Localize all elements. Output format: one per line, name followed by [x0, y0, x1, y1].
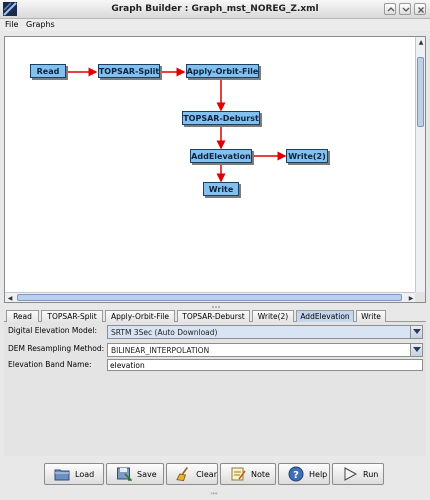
broom-icon [176, 466, 188, 482]
help-icon: ? [288, 466, 304, 482]
menu-file[interactable]: File [5, 20, 18, 29]
chevron-down-icon [413, 347, 421, 352]
band-name-input[interactable] [108, 360, 422, 370]
run-button[interactable]: Run [332, 463, 384, 485]
horizontal-scroll-thumb[interactable] [17, 294, 402, 301]
menu-graphs[interactable]: Graphs [26, 20, 55, 29]
close-button[interactable] [414, 3, 426, 15]
horizontal-scrollbar[interactable]: ◀ ▶ [5, 292, 416, 302]
node-addelevation[interactable]: AddElevation [190, 149, 252, 163]
scroll-up-icon[interactable]: ▲ [416, 37, 426, 47]
tab-read[interactable]: Read [6, 310, 39, 322]
resampling-dropdown-button[interactable] [410, 344, 422, 356]
tab-apply-orbit-file[interactable]: Apply-Orbit-File [105, 310, 175, 322]
band-name-field[interactable] [107, 359, 423, 371]
vertical-scroll-thumb[interactable] [417, 57, 424, 127]
addelevation-panel: Digital Elevation Model: SRTM 3Sec (Auto… [4, 322, 426, 456]
operator-tabs: Read TOPSAR-Split Apply-Orbit-File TOPSA… [4, 309, 426, 322]
node-write[interactable]: Write [203, 182, 239, 196]
graph-canvas[interactable]: Read TOPSAR-Split Apply-Orbit-File TOPSA… [5, 37, 416, 292]
vertical-scrollbar[interactable]: ▲ [415, 37, 425, 292]
note-button[interactable]: Note [220, 463, 276, 485]
node-topsar-deburst[interactable]: TOPSAR-Deburst [182, 111, 260, 125]
save-button[interactable]: Save [106, 463, 164, 485]
tab-addelevation[interactable]: AddElevation [296, 310, 354, 322]
tab-write[interactable]: Write [356, 310, 386, 322]
save-label: Save [137, 469, 157, 479]
node-read[interactable]: Read [30, 64, 66, 78]
minimize-icon [387, 7, 395, 12]
resize-grip[interactable]: '''' [211, 492, 218, 499]
node-topsar-split[interactable]: TOPSAR-Split [98, 64, 160, 78]
tab-topsar-deburst[interactable]: TOPSAR-Deburst [177, 310, 250, 322]
dem-value: SRTM 3Sec (Auto Download) [111, 328, 218, 337]
band-name-label: Elevation Band Name: [8, 360, 92, 369]
chevron-down-icon [413, 329, 421, 334]
dem-label: Digital Elevation Model: [8, 326, 97, 335]
maximize-icon [402, 7, 410, 12]
note-icon [231, 467, 246, 481]
dem-dropdown-button[interactable] [410, 326, 422, 338]
tab-topsar-split[interactable]: TOPSAR-Split [41, 310, 103, 322]
folder-icon [54, 469, 70, 481]
save-icon [117, 467, 132, 481]
load-button[interactable]: Load [44, 463, 104, 485]
window-title: Graph Builder : Graph_mst_NOREG_Z.xml [111, 4, 319, 14]
maximize-button[interactable] [399, 3, 411, 15]
tab-write2[interactable]: Write(2) [252, 310, 294, 322]
scroll-left-icon[interactable]: ◀ [5, 293, 15, 303]
dem-select[interactable]: SRTM 3Sec (Auto Download) [107, 325, 423, 339]
clear-button[interactable]: Clear [166, 463, 218, 485]
menu-bar: File Graphs [0, 19, 430, 31]
run-icon [344, 467, 358, 481]
resampling-value: BILINEAR_INTERPOLATION [111, 346, 210, 355]
node-write2[interactable]: Write(2) [286, 149, 328, 163]
run-label: Run [363, 469, 379, 479]
title-bar: Graph Builder : Graph_mst_NOREG_Z.xml [0, 0, 430, 19]
load-label: Load [75, 469, 95, 479]
scroll-corner [415, 292, 425, 302]
help-label: Help [309, 469, 328, 479]
resampling-select[interactable]: BILINEAR_INTERPOLATION [107, 343, 423, 357]
clear-label: Clear [196, 469, 217, 479]
minimize-button[interactable] [384, 3, 396, 15]
svg-text:?: ? [293, 470, 299, 481]
close-icon [418, 7, 424, 13]
graph-canvas-frame: Read TOPSAR-Split Apply-Orbit-File TOPSA… [4, 36, 426, 303]
note-label: Note [251, 469, 270, 479]
node-apply-orbit-file[interactable]: Apply-Orbit-File [186, 64, 259, 78]
resampling-label: DEM Resampling Method: [8, 344, 105, 353]
help-button[interactable]: ? Help [278, 463, 330, 485]
